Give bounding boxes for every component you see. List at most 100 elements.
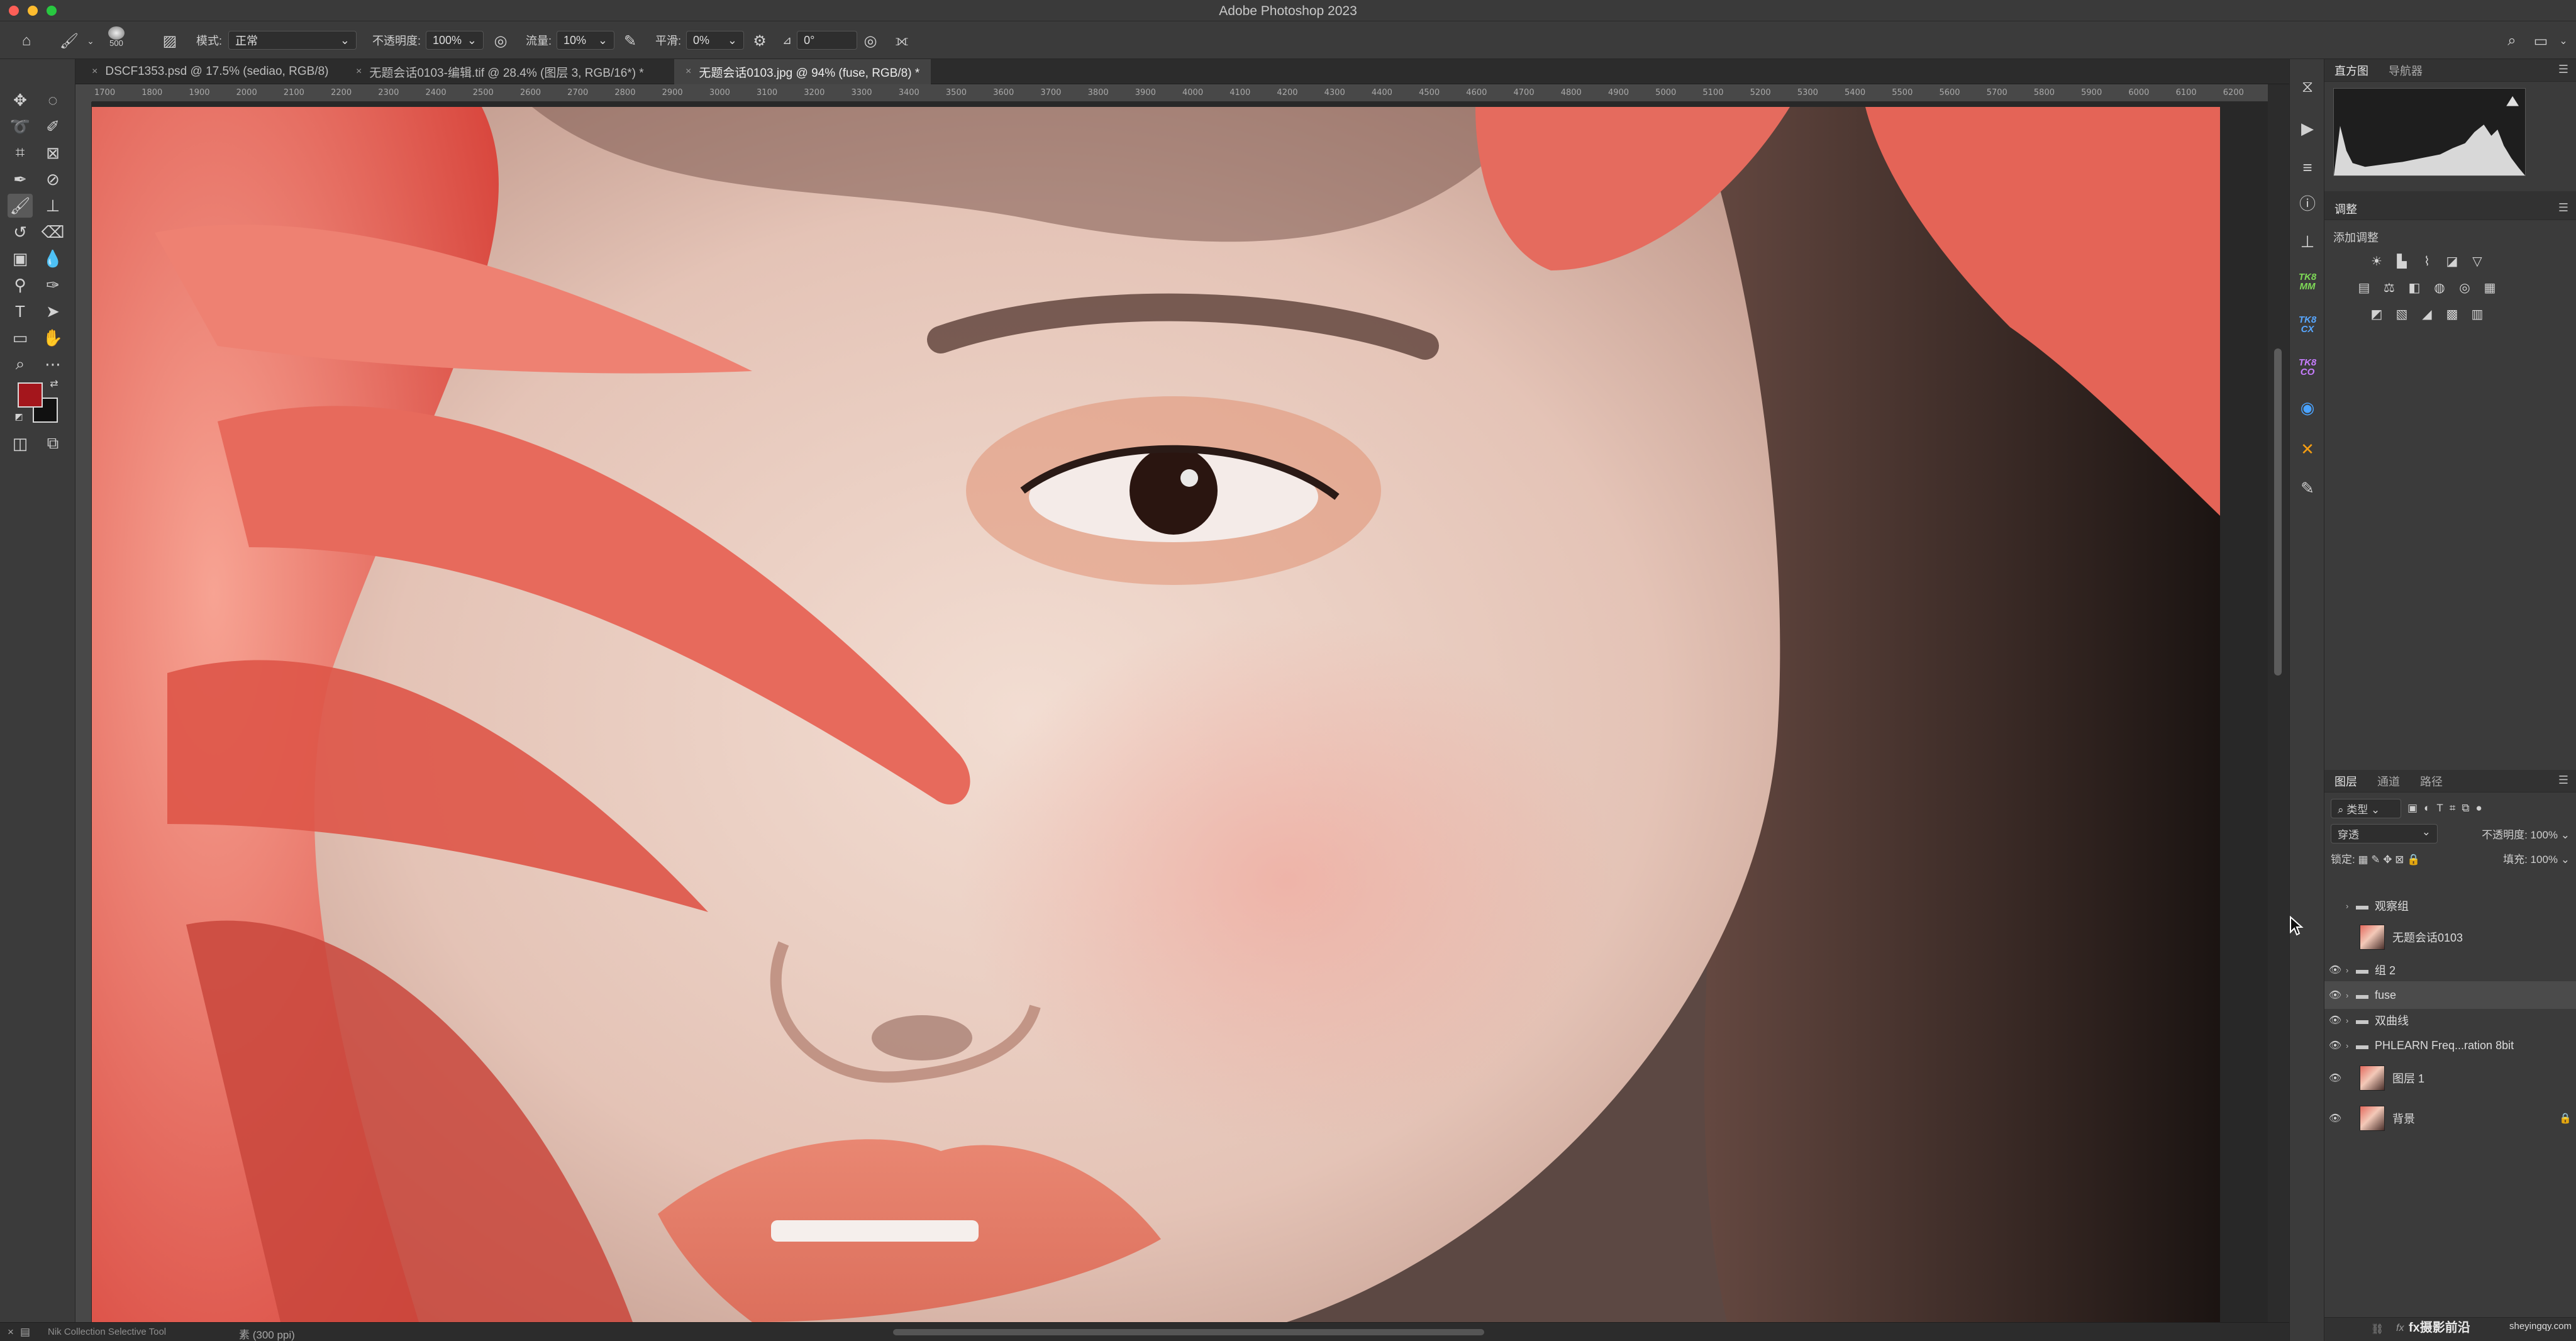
lock-all-icon[interactable]: 🔒 xyxy=(2407,854,2420,865)
channel-mixer-icon[interactable]: ◎ xyxy=(2457,279,2473,296)
symmetry-butterfly-icon[interactable]: ⟗ xyxy=(893,32,911,50)
tab-histogram[interactable]: 直方图 xyxy=(2324,62,2379,79)
flow-input[interactable]: 10% ⌄ xyxy=(557,31,615,50)
smoothing-input[interactable]: 0% ⌄ xyxy=(686,31,745,50)
blend-mode-select[interactable]: 正常 ⌄ xyxy=(228,31,357,50)
document-info[interactable]: 素 (300 ppi) xyxy=(239,1326,295,1341)
chevron-down-icon[interactable]: ⌄ xyxy=(2555,32,2572,50)
invert-icon[interactable]: ◩ xyxy=(2368,306,2385,322)
document-canvas[interactable] xyxy=(92,107,2220,1322)
brush-settings-panel-icon[interactable]: ▨ xyxy=(161,32,179,50)
eyedropper-tool-icon[interactable]: ✒ xyxy=(8,167,33,191)
posterize-icon[interactable]: ▧ xyxy=(2394,306,2410,322)
foreground-color-swatch[interactable] xyxy=(18,382,43,408)
spot-healing-tool-icon[interactable]: ⊘ xyxy=(40,167,65,191)
filter-pixel-icon[interactable]: ▣ xyxy=(2407,802,2418,815)
actions-play-icon[interactable]: ▶ xyxy=(2296,117,2319,140)
move-tool-icon[interactable]: ✥ xyxy=(8,88,33,112)
vertical-scrollbar[interactable] xyxy=(2268,84,2289,1322)
chevron-right-icon[interactable]: › xyxy=(2346,1016,2356,1025)
stamp-icon[interactable]: ⊥ xyxy=(2296,230,2319,253)
brush-angle-input[interactable]: 0° xyxy=(797,31,858,50)
home-icon[interactable]: ⌂ xyxy=(18,32,35,50)
swap-colors-icon[interactable]: ⇄ xyxy=(47,376,62,391)
tab-document-1[interactable]: × DSCF1353.psd @ 17.5% (sediao, RGB/8) xyxy=(80,59,340,84)
airbrush-icon[interactable]: ✎ xyxy=(621,32,639,50)
horizontal-scrollbar-thumb[interactable] xyxy=(893,1329,1484,1335)
curves-icon[interactable]: ⌇ xyxy=(2419,253,2435,269)
pen-tool-icon[interactable]: ✑ xyxy=(40,273,65,297)
tk8-mm-plugin-icon[interactable]: TK8 MM xyxy=(2296,270,2319,293)
filter-shape-icon[interactable]: ⌗ xyxy=(2450,802,2456,815)
layer-row-group[interactable]: 👁 › ▬ 双曲线 xyxy=(2324,1006,2576,1034)
tk8-cx-plugin-icon[interactable]: TK8 CX xyxy=(2296,313,2319,336)
tab-channels[interactable]: 通道 xyxy=(2367,773,2410,789)
panel-menu-icon[interactable]: ☰ xyxy=(2558,774,2568,787)
levels-icon[interactable]: ▙ xyxy=(2394,253,2410,269)
eye-icon[interactable]: 👁 xyxy=(2324,1072,2346,1084)
quick-selection-tool-icon[interactable]: ✐ xyxy=(40,114,65,138)
opacity-input[interactable]: 100% ⌄ xyxy=(426,31,484,50)
tab-paths[interactable]: 路径 xyxy=(2410,773,2453,789)
layer-row-group[interactable]: 👁 › ▬ 组 2 xyxy=(2324,956,2576,984)
tab-navigator[interactable]: 导航器 xyxy=(2379,62,2433,79)
lasso-tool-icon[interactable]: ➰ xyxy=(8,114,33,138)
filter-smart-object-icon[interactable]: ⧉ xyxy=(2462,802,2469,815)
search-icon[interactable]: ⌕ xyxy=(2503,32,2521,50)
marquee-tool-icon[interactable]: ◌ xyxy=(40,88,65,112)
filter-adjustment-icon[interactable]: ◐ xyxy=(2424,802,2430,815)
clone-stamp-tool-icon[interactable]: ⊥ xyxy=(40,194,65,218)
hue-saturation-icon[interactable]: ▤ xyxy=(2356,279,2372,296)
fill-input[interactable]: 100% xyxy=(2531,854,2558,865)
screen-mode-icon[interactable]: ⧉ xyxy=(40,431,65,455)
tab-document-2[interactable]: × 无题会话0103-编辑.tif @ 28.4% (图层 3, RGB/16*… xyxy=(345,59,655,84)
layer-row-background[interactable]: 👁 背景 🔒 xyxy=(2324,1101,2576,1136)
layer-blend-mode-select[interactable]: 穿透 ⌄ xyxy=(2331,823,2438,843)
tab-document-3[interactable]: × 无题会话0103.jpg @ 94% (fuse, RGB/8) * xyxy=(674,59,931,84)
selective-color-icon[interactable]: ▩ xyxy=(2444,306,2460,322)
eye-icon[interactable]: 👁 xyxy=(2324,1039,2346,1052)
layer-row-group-selected[interactable]: 👁 › ▬ fuse xyxy=(2324,981,2576,1009)
smoothing-options-gear-icon[interactable]: ⚙ xyxy=(751,32,769,50)
link-layers-icon[interactable]: ⛓ xyxy=(2371,1323,2384,1335)
lock-artboard-icon[interactable]: ⊠ xyxy=(2395,854,2404,865)
history-panel-icon[interactable]: ⧖ xyxy=(2296,75,2319,98)
filter-type-icon[interactable]: T xyxy=(2436,802,2443,815)
chevron-right-icon[interactable]: › xyxy=(2346,991,2356,1000)
panel-toggle-icon[interactable]: ▤ xyxy=(20,1326,30,1338)
hand-tool-icon[interactable]: ✋ xyxy=(40,326,65,350)
layer-style-fx-icon[interactable]: fx xyxy=(2396,1323,2404,1334)
canvas-area[interactable] xyxy=(92,102,2268,1322)
history-brush-tool-icon[interactable]: ↺ xyxy=(8,220,33,244)
brush-size-picker[interactable]: 500 xyxy=(108,26,125,48)
frame-tool-icon[interactable]: ⊠ xyxy=(40,141,65,165)
dodge-tool-icon[interactable]: ⚲ xyxy=(8,273,33,297)
close-icon[interactable]: × xyxy=(92,66,97,77)
blur-tool-icon[interactable]: 💧 xyxy=(40,247,65,270)
eye-icon[interactable]: 👁 xyxy=(2324,1112,2346,1125)
chevron-right-icon[interactable]: › xyxy=(2346,901,2356,911)
color-balance-icon[interactable]: ⚖ xyxy=(2381,279,2397,296)
gradient-map-icon[interactable]: ▥ xyxy=(2469,306,2485,322)
workspace-layout-icon[interactable]: ▭ xyxy=(2532,32,2550,50)
path-selection-tool-icon[interactable]: ➤ xyxy=(40,299,65,323)
panel-menu-icon[interactable]: ☰ xyxy=(2558,201,2568,214)
lock-pixels-icon[interactable]: ✎ xyxy=(2371,854,2380,865)
zoom-tool-icon[interactable]: ⌕ xyxy=(8,352,33,376)
tk8-co-plugin-icon[interactable]: TK8 CO xyxy=(2296,356,2319,379)
layer-row-group[interactable]: 👁 › ▬ PHLEARN Freq...ration 8bit xyxy=(2324,1032,2576,1059)
edit-note-icon[interactable]: ✎ xyxy=(2296,477,2319,499)
horizontal-ruler[interactable]: 1700 1800 1900 2000 2100 2200 2300 2400 2500 2600… xyxy=(92,84,2268,102)
vertical-ruler[interactable] xyxy=(75,102,92,1322)
ruler-origin[interactable] xyxy=(75,84,92,102)
close-icon[interactable]: × xyxy=(686,66,691,77)
chevron-right-icon[interactable]: › xyxy=(2346,1041,2356,1050)
tab-adjustments[interactable]: 调整 xyxy=(2324,201,2367,217)
tab-layers[interactable]: 图层 xyxy=(2324,773,2367,789)
eye-icon[interactable]: 👁 xyxy=(2324,1014,2346,1027)
close-icon[interactable]: × xyxy=(8,1326,14,1338)
vibrance-icon[interactable]: ▽ xyxy=(2469,253,2485,269)
chevron-right-icon[interactable]: › xyxy=(2346,965,2356,975)
crop-tool-icon[interactable]: ⌗ xyxy=(8,141,33,165)
more-tools-icon[interactable]: ⋯ xyxy=(40,352,65,376)
